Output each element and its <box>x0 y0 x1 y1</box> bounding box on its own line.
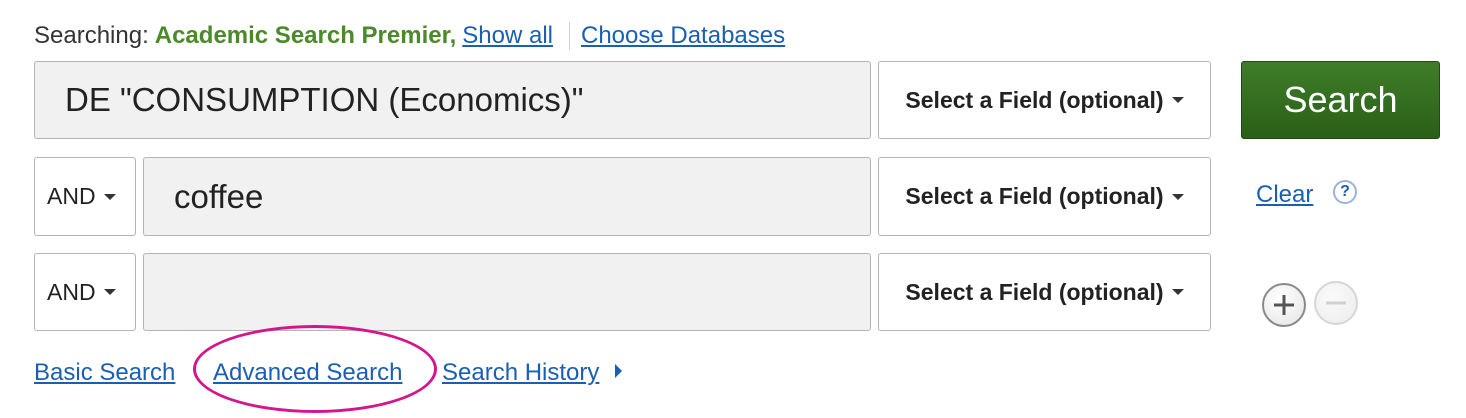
field-select-row-3[interactable]: Select a Field (optional) <box>878 253 1211 331</box>
field-select-label: Select a Field (optional) <box>905 183 1164 209</box>
operator-label: AND <box>47 278 96 305</box>
field-select-label: Select a Field (optional) <box>905 86 1164 113</box>
add-row-button[interactable] <box>1262 283 1306 327</box>
search-input-row-1[interactable]: DE "CONSUMPTION (Economics)" <box>34 61 871 139</box>
searching-bar: Searching: Academic Search Premier, Show… <box>34 22 785 50</box>
search-input-row-1-value: DE "CONSUMPTION (Economics)" <box>65 81 584 118</box>
field-select-label: Select a Field (optional) <box>905 278 1164 305</box>
clear-link[interactable]: Clear <box>1256 181 1313 209</box>
remove-row-button[interactable] <box>1314 281 1358 325</box>
search-input-row-2-value: coffee <box>174 177 264 215</box>
choose-databases-link[interactable]: Choose Databases <box>581 22 785 50</box>
search-input-row-3[interactable] <box>143 253 871 331</box>
show-all-link[interactable]: Show all <box>462 22 553 50</box>
field-select-row-1[interactable]: Select a Field (optional) <box>878 61 1211 139</box>
caret-right-icon <box>615 364 622 378</box>
divider <box>568 22 570 50</box>
plus-circle-icon <box>1274 295 1294 315</box>
caret-down-icon <box>1171 193 1184 200</box>
caret-down-icon <box>1171 97 1184 103</box>
caret-down-icon <box>103 193 116 200</box>
search-button[interactable]: Search <box>1241 61 1440 139</box>
help-icon[interactable]: ? <box>1333 180 1357 204</box>
basic-search-link[interactable]: Basic Search <box>34 359 175 387</box>
advanced-search-link[interactable]: Advanced Search <box>213 359 402 387</box>
searching-label: Searching: <box>34 22 149 49</box>
field-select-row-2[interactable]: Select a Field (optional) <box>878 157 1211 236</box>
database-name: Academic Search Premier, <box>154 22 457 49</box>
boolean-operator-select-row-2[interactable]: AND <box>34 157 136 236</box>
search-input-row-2[interactable]: coffee <box>143 157 871 236</box>
caret-down-icon <box>1171 289 1184 295</box>
caret-down-icon <box>103 289 116 295</box>
search-history-link[interactable]: Search History <box>442 359 599 387</box>
minus-circle-icon <box>1326 301 1346 305</box>
boolean-operator-select-row-3[interactable]: AND <box>34 253 136 331</box>
operator-label: AND <box>47 183 96 209</box>
